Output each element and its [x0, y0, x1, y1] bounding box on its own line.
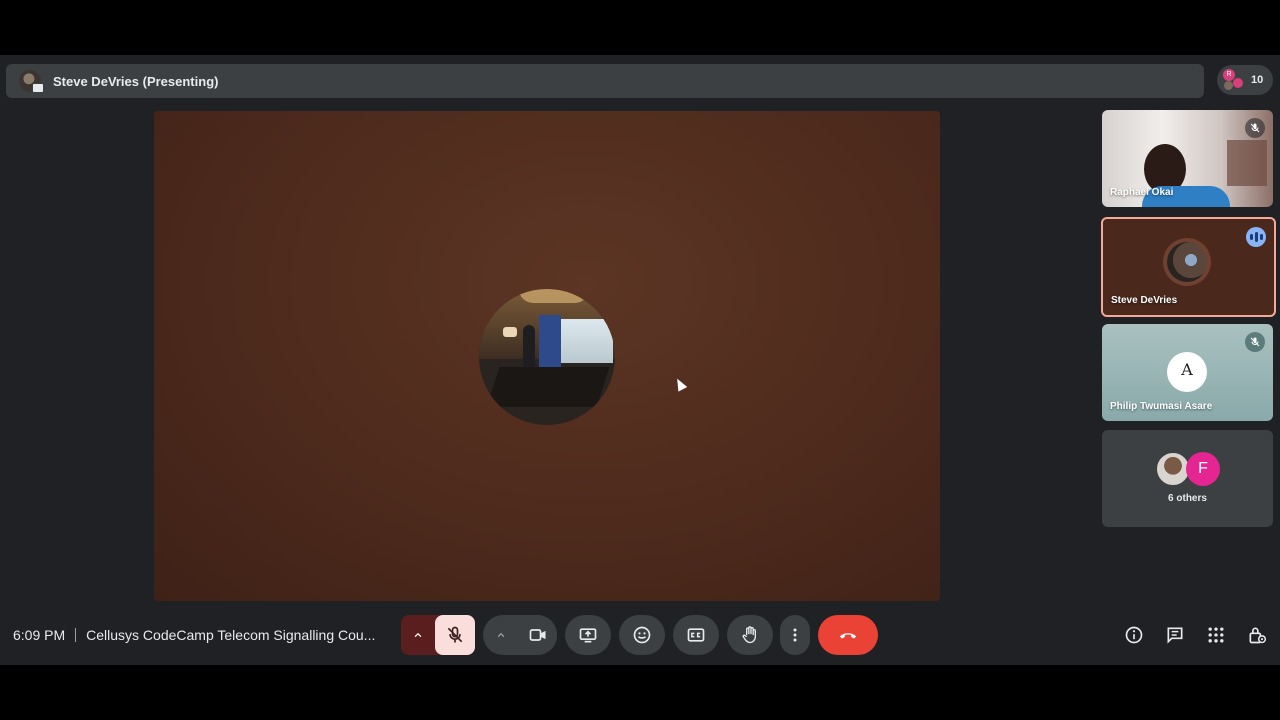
activities-icon	[1208, 627, 1224, 643]
raise-hand-button[interactable]	[727, 615, 773, 655]
meeting-details-button[interactable]	[1124, 623, 1144, 647]
participant-tile-raphael[interactable]: Raphael Okai	[1102, 110, 1273, 207]
participant-tile-others[interactable]: F 6 others	[1102, 430, 1273, 527]
activities-button[interactable]	[1206, 623, 1226, 647]
captions-button[interactable]	[673, 615, 719, 655]
people-count: 10	[1251, 74, 1264, 86]
videocam-icon	[529, 629, 546, 641]
closed-captions-icon	[687, 628, 705, 642]
leave-call-button[interactable]	[818, 615, 878, 655]
avatar: F	[1186, 452, 1220, 486]
avatar	[1167, 242, 1207, 282]
side-panel-buttons	[1124, 623, 1267, 647]
more-vert-icon	[793, 628, 797, 642]
presenter-bar[interactable]: Steve DeVries (Presenting)	[6, 64, 1204, 98]
present-screen-icon	[579, 628, 597, 643]
avatar-small-photo	[1224, 81, 1233, 90]
speaking-icon	[1246, 227, 1266, 247]
video-options-button[interactable]	[483, 615, 518, 655]
presenting-icon	[32, 83, 44, 93]
camera-control-group	[483, 615, 557, 655]
avatar: A	[1167, 352, 1207, 392]
others-label: 6 others	[1168, 493, 1207, 504]
mic-off-icon	[1245, 118, 1265, 138]
meet-window: Steve DeVries (Presenting) R 10 Raphael …	[0, 55, 1280, 665]
participant-name: Philip Twumasi Asare	[1110, 401, 1213, 412]
hand-icon	[742, 626, 756, 644]
audio-options-button[interactable]	[401, 615, 435, 655]
participant-name: Steve DeVries	[1111, 295, 1178, 306]
participant-avatars: R	[1223, 69, 1245, 91]
host-controls-icon	[1249, 627, 1267, 644]
avatar	[1156, 452, 1190, 486]
presenter-avatar	[19, 70, 44, 93]
meeting-title: Cellusys CodeCamp Telecom Signalling Cou…	[86, 627, 376, 643]
mic-control-group	[401, 615, 475, 655]
room-photo	[479, 289, 615, 425]
present-now-button[interactable]	[565, 615, 611, 655]
mic-toggle-button[interactable]	[435, 615, 475, 655]
mic-off-icon	[447, 626, 463, 643]
call-end-icon	[839, 633, 857, 639]
host-controls-button[interactable]	[1247, 623, 1267, 647]
divider	[75, 628, 77, 642]
chat-icon	[1167, 627, 1183, 644]
avatar-small	[1233, 78, 1243, 88]
more-options-button[interactable]	[780, 615, 810, 655]
presenter-label: Steve DeVries (Presenting)	[53, 73, 219, 89]
participant-name: Raphael Okai	[1110, 187, 1174, 198]
mic-off-icon	[1245, 332, 1265, 352]
people-count-button[interactable]: R 10	[1217, 65, 1273, 95]
meeting-details: 6:09 PM Cellusys CodeCamp Telecom Signal…	[13, 627, 375, 643]
info-icon	[1125, 626, 1143, 644]
camera-toggle-button[interactable]	[518, 615, 557, 655]
chevron-up-icon	[497, 632, 504, 638]
chat-button[interactable]	[1165, 623, 1185, 647]
participant-tile-philip[interactable]: A Philip Twumasi Asare	[1102, 324, 1273, 421]
presentation-stage	[154, 111, 940, 601]
emoji-icon	[633, 626, 651, 644]
clock: 6:09 PM	[13, 627, 66, 643]
chevron-up-icon	[414, 632, 422, 638]
participant-tile-steve[interactable]: Steve DeVries	[1101, 217, 1276, 317]
reactions-button[interactable]	[619, 615, 665, 655]
